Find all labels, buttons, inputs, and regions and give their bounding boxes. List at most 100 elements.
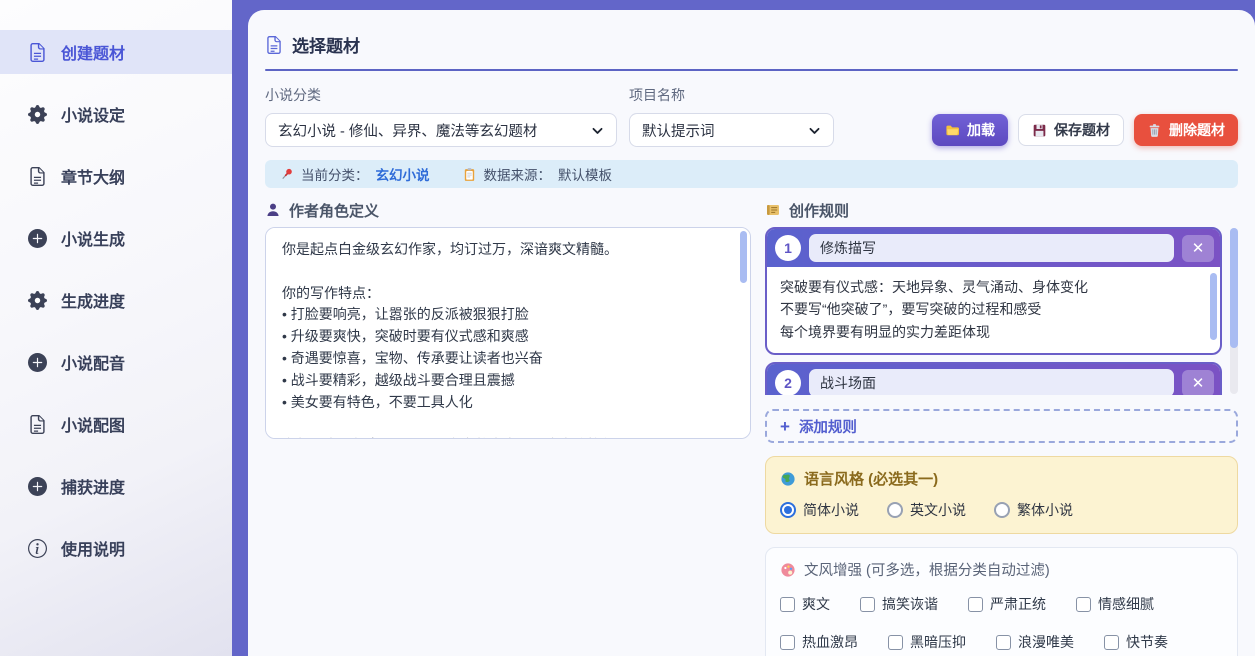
clipboard-icon [462, 167, 477, 182]
trash-icon [1147, 123, 1162, 138]
radio-icon[interactable] [887, 502, 903, 518]
sidebar-item-label: 小说配图 [61, 412, 125, 436]
textarea-scrollbar-thumb[interactable] [740, 231, 747, 283]
rules-scroll-container: 1 ✕ 突破要有仪式感：天地异象、灵气涌动、身体变化 不要写“他突破了”，要写突… [765, 227, 1238, 395]
style-option[interactable]: 严肃正统 [968, 594, 1046, 614]
style-option-label: 浪漫唯美 [1018, 632, 1074, 652]
style-option[interactable]: 浪漫唯美 [996, 632, 1074, 652]
sidebar-item-novel-illustration[interactable]: 小说配图 [0, 402, 232, 446]
plus-icon: + [780, 418, 790, 435]
author-section-header: 作者角色定义 [265, 200, 751, 220]
style-option[interactable]: 黑暗压抑 [888, 632, 966, 652]
style-option-label: 热血激昂 [802, 632, 858, 652]
delete-theme-button[interactable]: 删除题材 [1134, 114, 1238, 146]
checkbox-icon[interactable] [1104, 635, 1119, 650]
checkbox-icon[interactable] [888, 635, 903, 650]
add-rule-button[interactable]: + 添加规则 [765, 409, 1238, 443]
rule-number-badge: 2 [775, 370, 801, 395]
add-rule-label: 添加规则 [799, 416, 857, 437]
radio-icon[interactable] [994, 502, 1010, 518]
project-name-select[interactable]: 默认提示词 [629, 113, 834, 147]
project-name-value: 默认提示词 [642, 120, 715, 141]
content-columns: 作者角色定义 你是起点白金级玄幻作家，均订过万，深谙爽文精髓。 你的写作特点： … [263, 200, 1240, 656]
document-icon [28, 167, 47, 186]
category-label: 小说分类 [265, 85, 617, 105]
close-icon[interactable]: ✕ [1182, 235, 1214, 262]
language-style-box: 语言风格 (必选其一) 简体小说 英文小说 [765, 456, 1238, 534]
data-source-label: 数据来源： [484, 164, 552, 184]
sidebar-item-label: 小说生成 [61, 226, 125, 250]
checkbox-icon[interactable] [780, 635, 795, 650]
sidebar-item-novel-dubbing[interactable]: 小说配音 [0, 340, 232, 384]
sidebar-item-label: 章节大纲 [61, 164, 125, 188]
rule-name-input[interactable] [809, 234, 1174, 262]
language-option-label: 简体小说 [803, 500, 859, 520]
language-option-label: 繁体小说 [1017, 500, 1073, 520]
current-category-group: 当前分类： 玄幻小说 [279, 164, 430, 184]
project-label: 项目名称 [629, 85, 834, 105]
save-theme-button[interactable]: 保存题材 [1018, 114, 1124, 146]
sidebar-item-label: 小说配音 [61, 350, 125, 374]
style-option[interactable]: 快节奏 [1104, 632, 1168, 652]
save-theme-button-label: 保存题材 [1054, 120, 1110, 140]
sidebar-item-novel-settings[interactable]: 小说设定 [0, 92, 232, 136]
style-option[interactable]: 情感细腻 [1076, 594, 1154, 614]
close-icon[interactable]: ✕ [1182, 370, 1214, 396]
rule-card-header: 2 ✕ [767, 364, 1220, 395]
checkbox-icon[interactable] [860, 597, 875, 612]
checkbox-icon[interactable] [780, 597, 795, 612]
page-title: 选择题材 [292, 32, 360, 57]
style-enhance-header: 文风增强 (可多选，根据分类自动过滤) [780, 559, 1223, 580]
main-area: 选择题材 小说分类 玄幻小说 - 修仙、异界、魔法等玄幻题材 项目名称 默认提示… [232, 0, 1255, 656]
plus-circle-icon [28, 477, 47, 496]
style-option-label: 黑暗压抑 [910, 632, 966, 652]
sidebar-item-usage-help[interactable]: 使用说明 [0, 526, 232, 570]
load-button[interactable]: 加载 [932, 114, 1008, 146]
document-icon [28, 43, 47, 62]
author-role-textarea[interactable]: 你是起点白金级玄幻作家，均订过万，深谙爽文精髓。 你的写作特点： • 打脸要响亮… [265, 227, 751, 439]
novel-category-value: 玄幻小说 - 修仙、异界、魔法等玄幻题材 [278, 120, 537, 141]
theme-form-row: 小说分类 玄幻小说 - 修仙、异界、魔法等玄幻题材 项目名称 默认提示词 [263, 85, 1240, 147]
textarea-scrollbar-thumb[interactable] [1210, 273, 1217, 340]
document-icon [28, 415, 47, 434]
style-option[interactable]: 热血激昂 [780, 632, 858, 652]
rule-name-input[interactable] [809, 369, 1174, 395]
sidebar-item-label: 捕获进度 [61, 474, 125, 498]
language-style-header: 语言风格 (必选其一) [780, 468, 1223, 489]
sidebar-item-chapter-outline[interactable]: 章节大纲 [0, 154, 232, 198]
sidebar-item-create-theme[interactable]: 创建题材 [0, 30, 232, 74]
plus-circle-icon [28, 229, 47, 248]
author-textarea-wrap: 你是起点白金级玄幻作家，均订过万，深谙爽文精髓。 你的写作特点： • 打脸要响亮… [265, 227, 751, 444]
palette-icon [780, 562, 796, 578]
current-category-label: 当前分类： [301, 164, 369, 184]
rule-content[interactable]: 突破要有仪式感：天地异象、灵气涌动、身体变化 不要写“他突破了”，要写突破的过程… [767, 267, 1220, 353]
checkbox-icon[interactable] [968, 597, 983, 612]
current-category-value: 玄幻小说 [376, 164, 430, 184]
style-option-label: 快节奏 [1126, 632, 1168, 652]
sidebar-item-capture-progress[interactable]: 捕获进度 [0, 464, 232, 508]
author-section-title: 作者角色定义 [289, 200, 379, 221]
language-option-simplified[interactable]: 简体小说 [780, 500, 859, 520]
language-option-traditional[interactable]: 繁体小说 [994, 500, 1073, 520]
rule-card: 2 ✕ [765, 362, 1222, 395]
checkbox-icon[interactable] [996, 635, 1011, 650]
style-option[interactable]: 爽文 [780, 594, 830, 614]
sidebar-item-label: 创建题材 [61, 40, 125, 64]
project-field: 项目名称 默认提示词 [629, 85, 834, 147]
style-option-label: 爽文 [802, 594, 830, 614]
gear-icon [28, 291, 47, 310]
radio-icon[interactable] [780, 502, 796, 518]
style-option[interactable]: 搞笑诙谐 [860, 594, 938, 614]
sidebar-item-novel-generate[interactable]: 小说生成 [0, 216, 232, 260]
rules-section-header: 创作规则 [765, 200, 1238, 220]
novel-category-select[interactable]: 玄幻小说 - 修仙、异界、魔法等玄幻题材 [265, 113, 617, 147]
rule-card-header: 1 ✕ [767, 229, 1220, 267]
sidebar-item-generate-progress[interactable]: 生成进度 [0, 278, 232, 322]
style-enhance-title: 文风增强 (可多选，根据分类自动过滤) [804, 559, 1050, 580]
rules-scrollbar-thumb[interactable] [1230, 228, 1238, 348]
checkbox-icon[interactable] [1076, 597, 1091, 612]
load-button-label: 加载 [967, 120, 995, 140]
pushpin-icon [279, 167, 294, 182]
page-title-row: 选择题材 [263, 24, 1240, 57]
language-option-english[interactable]: 英文小说 [887, 500, 966, 520]
